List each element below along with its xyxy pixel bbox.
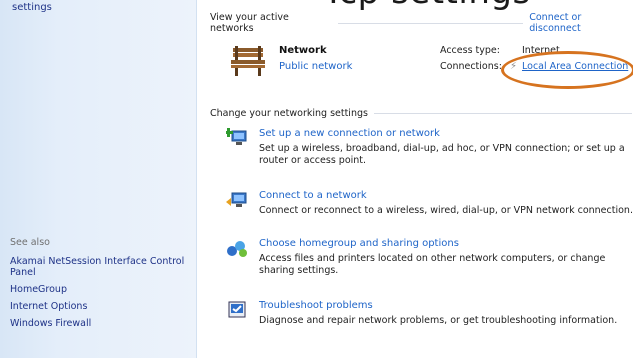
access-type-label: Access type:	[440, 45, 500, 56]
connect-disconnect-link[interactable]: Connect or disconnect	[529, 12, 633, 34]
sidebar-link-homegroup[interactable]: HomeGroup	[10, 284, 190, 295]
new-connection-icon	[226, 128, 247, 145]
troubleshoot-desc: Diagnose and repair network problems, or…	[259, 315, 618, 326]
active-networks-title: View your active networks	[210, 12, 289, 34]
sidebar-link-windows-firewall[interactable]: Windows Firewall	[10, 318, 190, 329]
sidebar-link-internet-options[interactable]: Internet Options	[10, 301, 190, 312]
homegroup-desc: Access files and printers located on oth…	[259, 253, 606, 276]
setup-connection-link[interactable]: Set up a new connection or network	[259, 128, 440, 139]
connect-network-link[interactable]: Connect to a network	[259, 190, 367, 201]
public-network-bench-icon	[231, 46, 265, 76]
setup-connection-desc: Set up a wireless, broadband, dial-up, a…	[259, 143, 625, 166]
see-also-label: See also	[10, 237, 50, 248]
sidebar-link-settings[interactable]: settings	[12, 2, 52, 13]
homegroup-icon	[227, 241, 247, 257]
homegroup-link[interactable]: Choose homegroup and sharing options	[259, 238, 459, 249]
overlay-title: Tcp settings	[323, 0, 531, 12]
connections-label: Connections:	[440, 61, 502, 72]
header-divider	[373, 113, 632, 114]
left-sidebar: settings See also Akamai NetSession Inte…	[0, 0, 197, 358]
connect-network-icon	[226, 192, 247, 207]
change-settings-title: Change your networking settings	[210, 108, 368, 119]
highlight-annotation-oval	[501, 51, 633, 89]
active-networks-header: View your active networks Connect or dis…	[210, 12, 633, 34]
change-settings-header: Change your networking settings	[210, 108, 633, 119]
sidebar-link-akamai[interactable]: Akamai NetSession Interface Control Pane…	[10, 256, 190, 278]
header-divider	[338, 22, 524, 24]
network-name: Network	[279, 45, 327, 56]
troubleshoot-icon	[228, 301, 246, 318]
network-type-link[interactable]: Public network	[279, 61, 352, 72]
connect-network-desc: Connect or reconnect to a wireless, wire…	[259, 205, 633, 216]
troubleshoot-link[interactable]: Troubleshoot problems	[259, 300, 373, 311]
see-also-links: Akamai NetSession Interface Control Pane…	[10, 256, 190, 335]
